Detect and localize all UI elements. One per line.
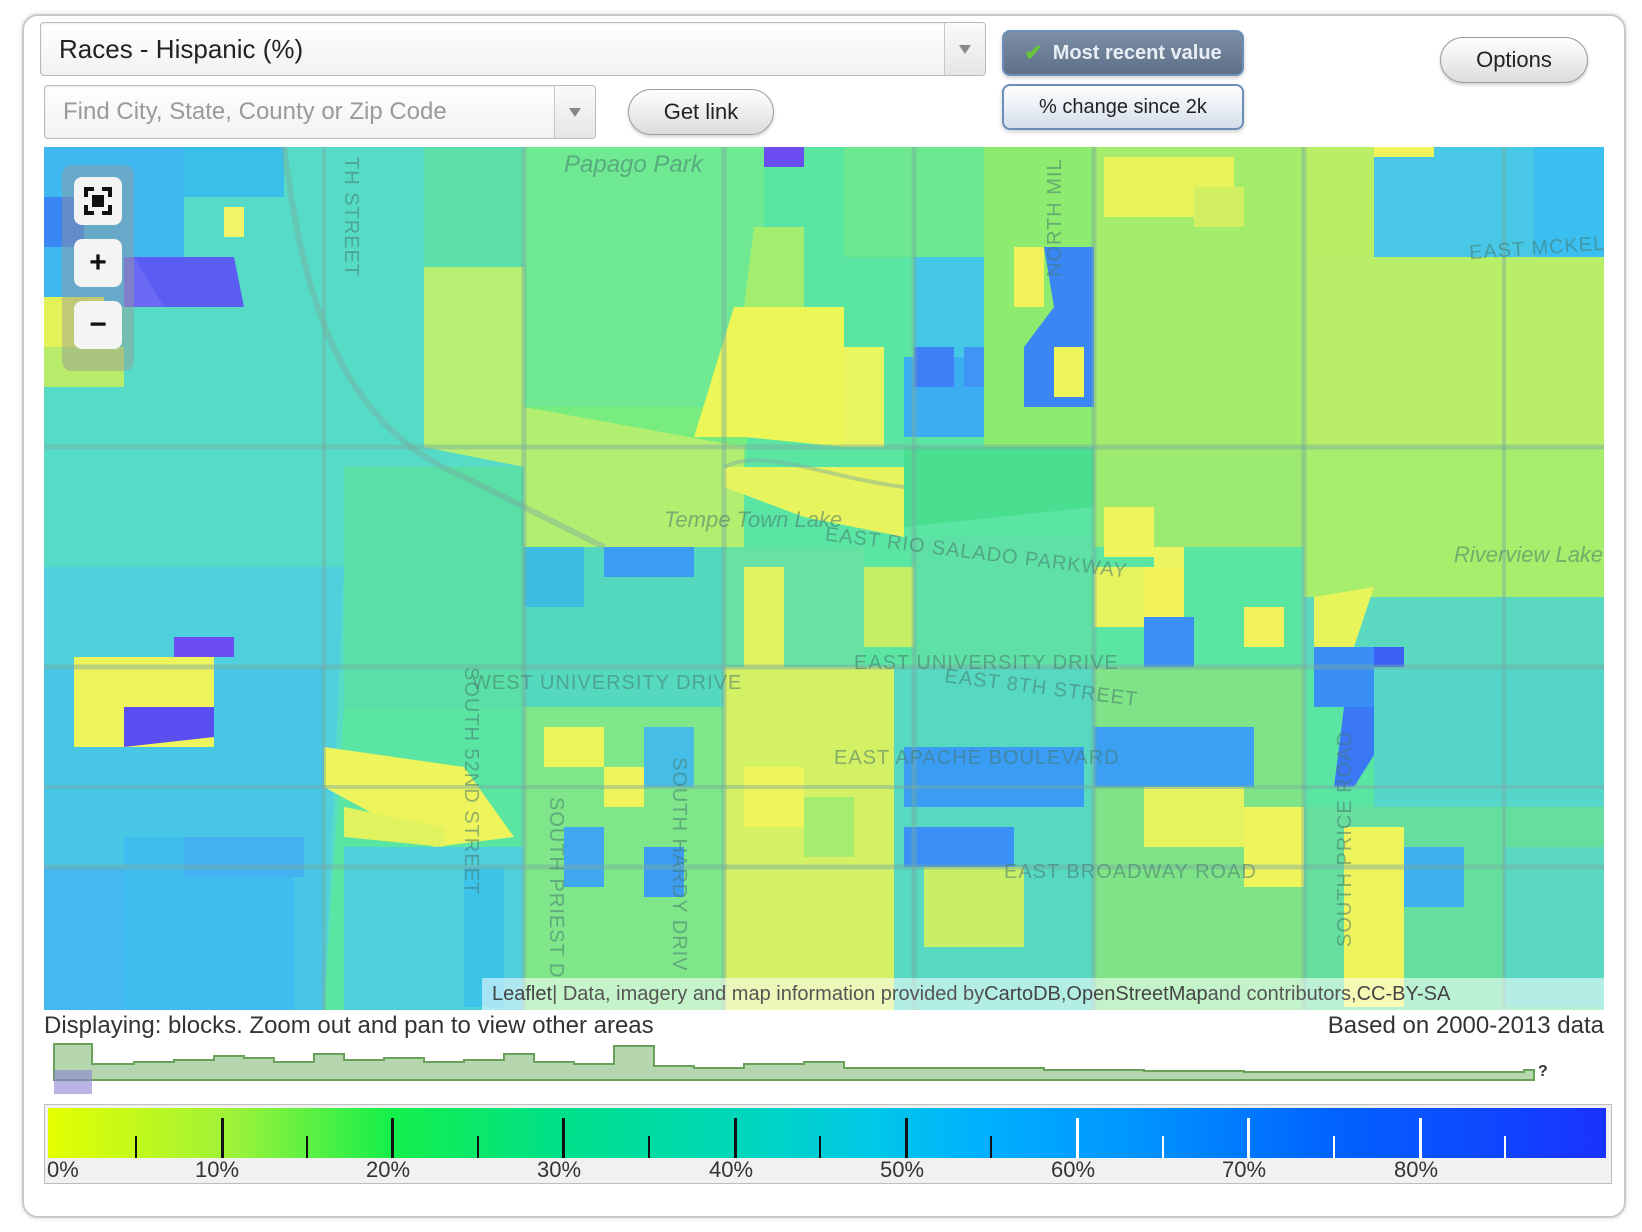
location-search-placeholder: Find City, State, County or Zip Code xyxy=(63,98,447,125)
legend-tick xyxy=(905,1118,908,1158)
leaflet-link[interactable]: Leaflet xyxy=(492,983,552,1006)
pct-change-label: % change since 2k xyxy=(1039,95,1207,118)
legend-label-80: 80% xyxy=(1394,1157,1439,1182)
minus-icon: − xyxy=(89,308,107,341)
legend-tick xyxy=(1162,1136,1164,1158)
legend-gradient xyxy=(48,1108,1606,1158)
plus-icon: + xyxy=(89,246,107,279)
map-label-tempe-lake: Tempe Town Lake xyxy=(664,507,843,532)
legend-tick xyxy=(1076,1118,1079,1158)
most-recent-label: Most recent value xyxy=(1052,41,1222,64)
fullscreen-button[interactable] xyxy=(74,177,122,225)
map-label-west-university: WEST UNIVERSITY DRIVE xyxy=(472,672,743,694)
map-label-east-apache: EAST APACHE BOULEVARD xyxy=(834,747,1120,769)
legend-tick xyxy=(734,1118,737,1158)
attribution-and: and contributors, xyxy=(1207,982,1357,1005)
legend-tick xyxy=(990,1136,992,1158)
map-label-south-hardy: SOUTH HARDY DRIV xyxy=(668,757,690,972)
checkmark-icon: ✔ xyxy=(1024,40,1043,65)
map-label-south-52nd: SOUTH 52ND STREET xyxy=(460,667,482,896)
legend-tick xyxy=(648,1136,650,1158)
displaying-status: Displaying: blocks. Zoom out and pan to … xyxy=(44,1012,654,1039)
map-label-east-broadway: EAST BROADWAY ROAD xyxy=(1004,861,1257,883)
map-label-south-priest: SOUTH PRIEST D xyxy=(545,797,567,979)
options-button[interactable]: Options xyxy=(1440,37,1588,83)
legend-tick xyxy=(1504,1136,1506,1158)
zoom-control: + − xyxy=(62,165,134,371)
legend-label-70: 70% xyxy=(1222,1157,1267,1182)
map-label-riverview: Riverview Lake xyxy=(1454,542,1604,567)
legend-label-30: 30% xyxy=(537,1157,582,1182)
pct-change-toggle[interactable]: % change since 2k xyxy=(1002,84,1244,130)
choropleth-map[interactable]: Papago Park Tempe Town Lake EAST RIO SAL… xyxy=(44,147,1604,1010)
osm-link[interactable]: OpenStreetMap xyxy=(1066,983,1207,1006)
legend-tick xyxy=(1333,1136,1335,1158)
map-label-south-price: SOUTH PRICE ROAD xyxy=(1334,730,1356,947)
legend-tick xyxy=(306,1136,308,1158)
legend-tick xyxy=(1419,1118,1422,1158)
legend-tick xyxy=(221,1118,224,1158)
zoom-out-button[interactable]: − xyxy=(74,301,122,349)
legend-label-50: 50% xyxy=(880,1157,925,1182)
cartodb-link[interactable]: CartoDB xyxy=(984,983,1061,1006)
legend-tick xyxy=(135,1136,137,1158)
fullscreen-icon xyxy=(84,187,112,215)
histogram-end-marker: ? xyxy=(1538,1063,1548,1080)
legend-label-0: 0% xyxy=(47,1157,79,1182)
legend-tick xyxy=(1247,1118,1250,1158)
map-label-th-street: TH STREET xyxy=(340,157,362,278)
legend-tick xyxy=(819,1136,821,1158)
chevron-down-icon[interactable] xyxy=(944,23,985,75)
map-attribution: Leaflet | Data, imagery and map informat… xyxy=(482,978,1604,1010)
location-search-input[interactable]: Find City, State, County or Zip Code xyxy=(44,85,596,139)
color-legend: 0% 10% 20% 30% 40% 50% 60% 70% 80% xyxy=(44,1104,1612,1184)
zoom-in-button[interactable]: + xyxy=(74,239,122,287)
value-histogram: ? xyxy=(53,1043,1548,1094)
most-recent-toggle[interactable]: ✔ Most recent value xyxy=(1002,30,1244,76)
legend-label-10: 10% xyxy=(195,1157,240,1182)
map-label-north-mil: NORTH MIL xyxy=(1044,158,1066,277)
legend-label-40: 40% xyxy=(709,1157,754,1182)
license-link[interactable]: CC-BY-SA xyxy=(1357,983,1451,1006)
data-range-note: Based on 2000-2013 data xyxy=(1327,1012,1604,1039)
legend-tick xyxy=(477,1136,479,1158)
metric-select[interactable]: Races - Hispanic (%) xyxy=(40,22,986,76)
legend-tick xyxy=(562,1118,565,1158)
map-tiles xyxy=(44,147,1604,1010)
legend-tick xyxy=(391,1118,394,1158)
legend-label-60: 60% xyxy=(1051,1157,1096,1182)
get-link-button[interactable]: Get link xyxy=(628,89,774,135)
legend-label-20: 20% xyxy=(366,1157,411,1182)
map-label-papago: Papago Park xyxy=(564,151,703,178)
chevron-down-icon[interactable] xyxy=(554,86,595,138)
metric-select-value: Races - Hispanic (%) xyxy=(59,33,304,64)
attribution-text: | Data, imagery and map information prov… xyxy=(552,982,985,1005)
